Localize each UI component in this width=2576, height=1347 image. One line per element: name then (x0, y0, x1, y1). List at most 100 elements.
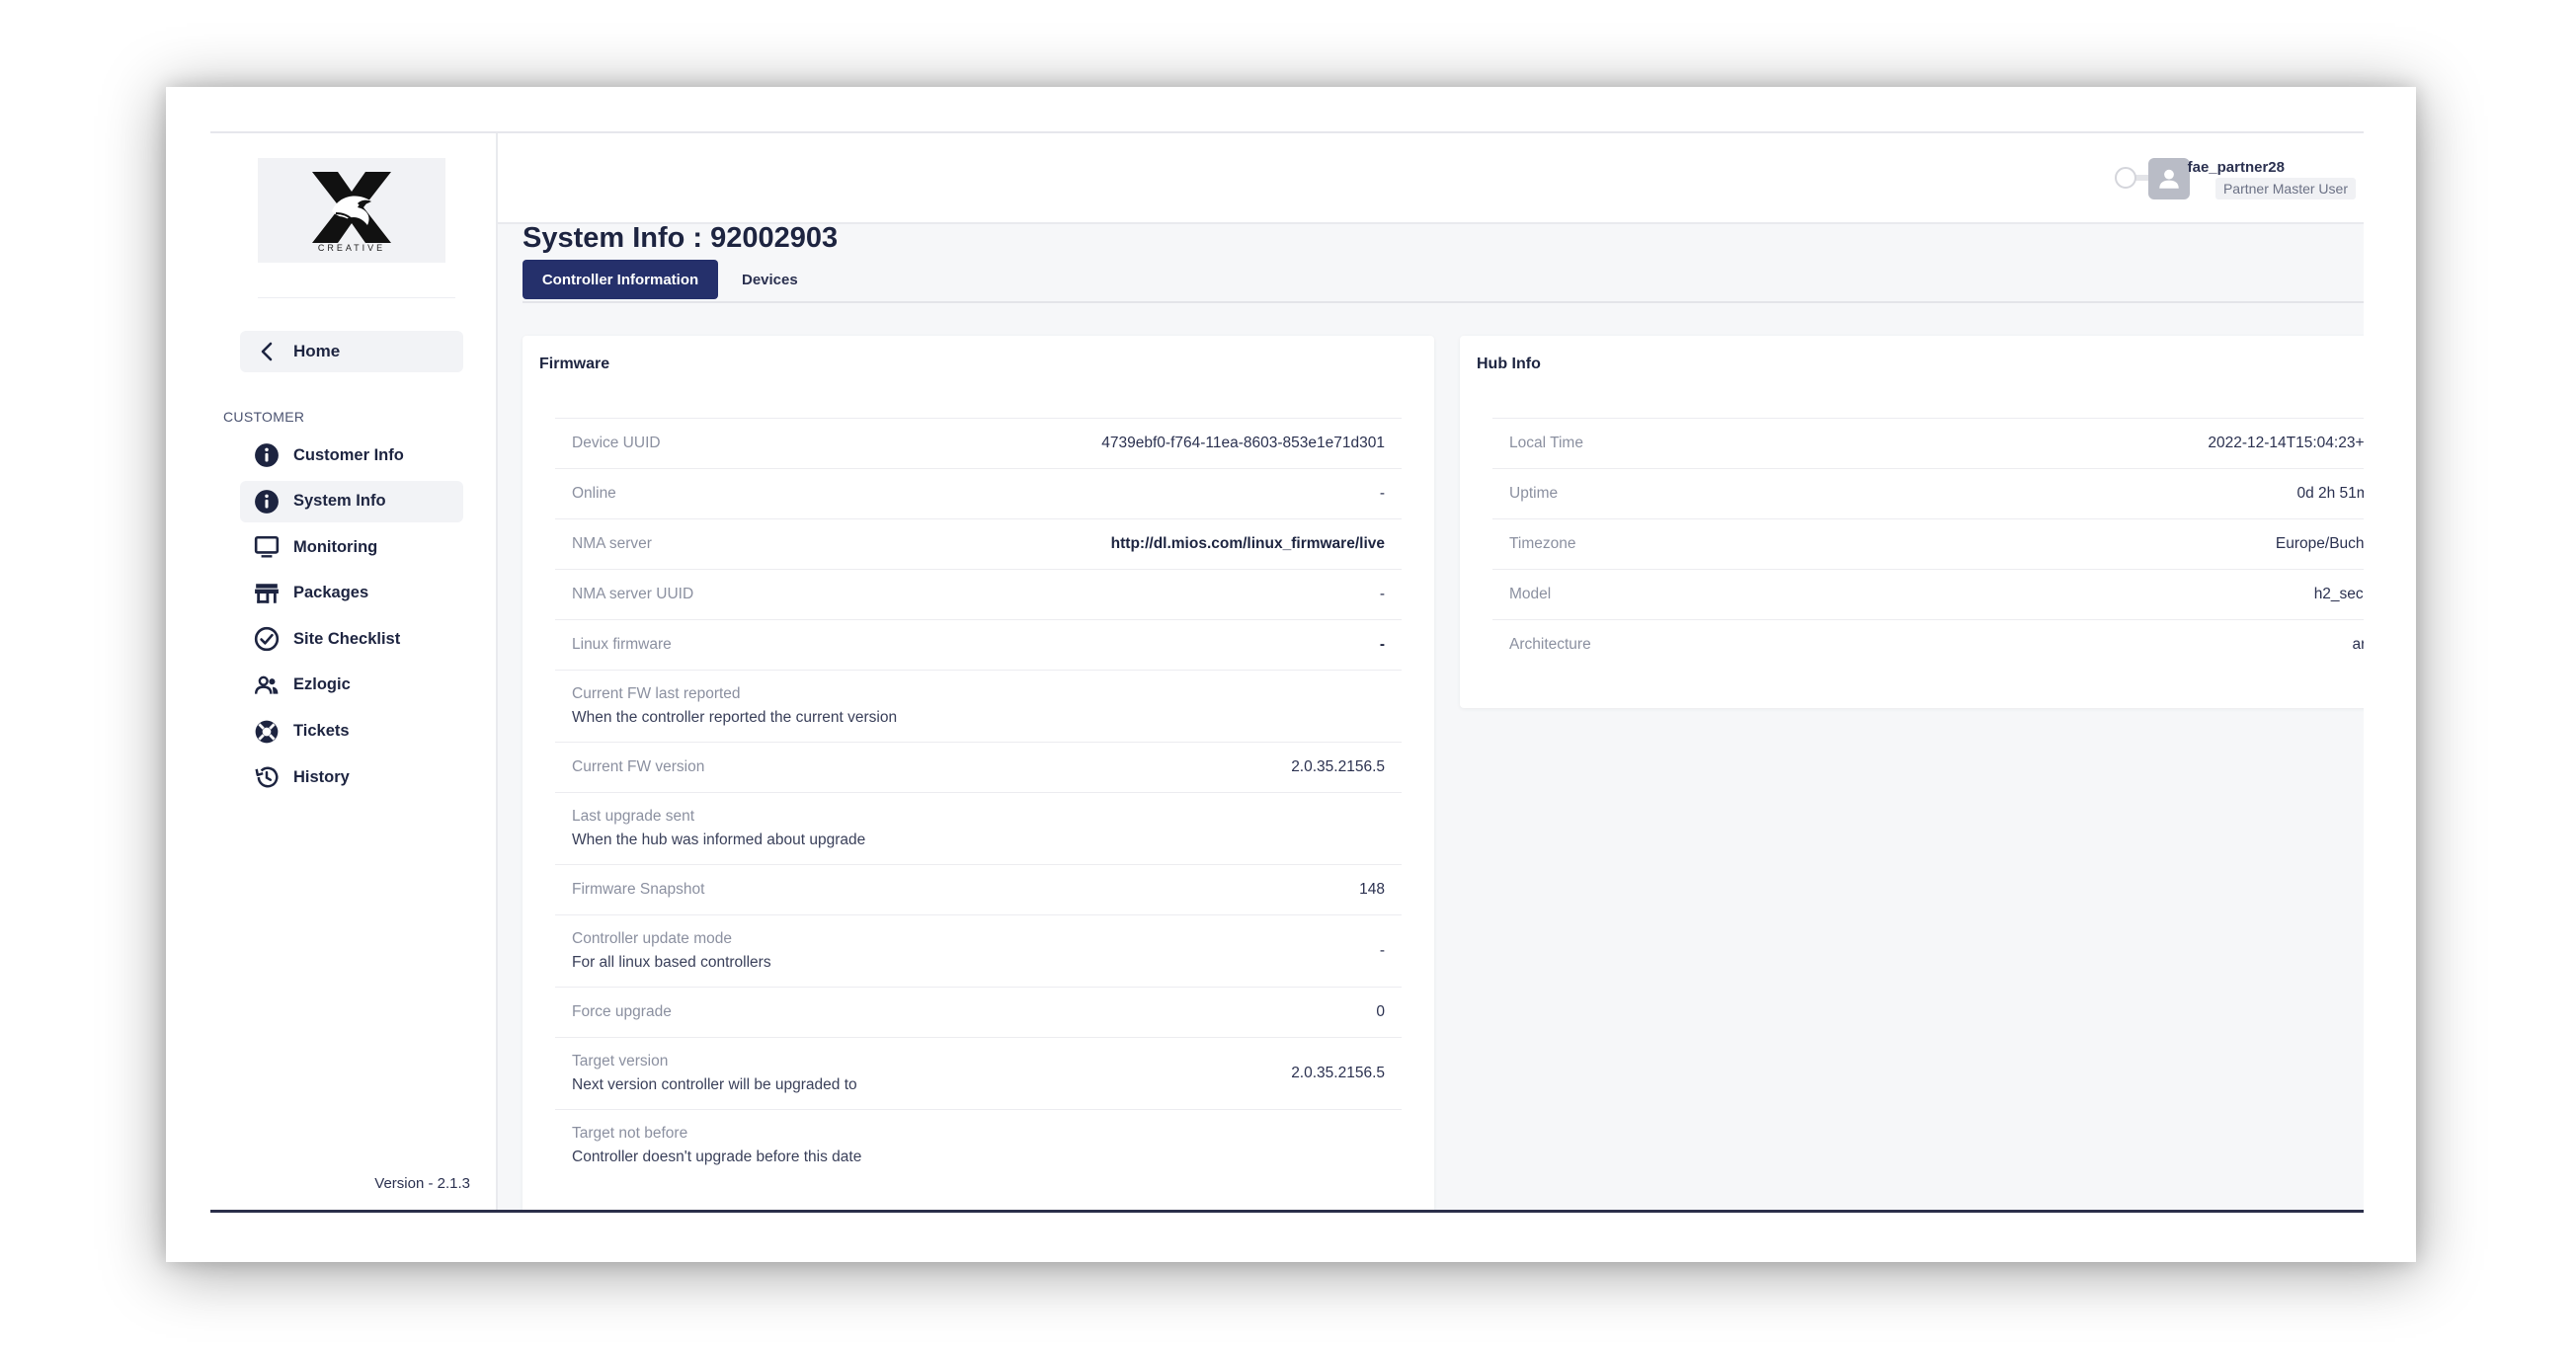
divider (258, 297, 455, 298)
row-value: 4739ebf0-f764-11ea-8603-853e1e71d301 (1101, 435, 1385, 451)
row-label: Model (1509, 586, 1552, 602)
row-value: 0 (1376, 1003, 1385, 1020)
card-title: Hub Info (1477, 356, 1541, 372)
info-row: Last upgrade sent When the hub was inform… (555, 792, 1402, 864)
users-icon (254, 673, 280, 698)
row-value: - (1379, 485, 1385, 502)
row-sublabel: For all linux based controllers (572, 954, 771, 971)
sidebar-item-label: Ezlogic (293, 675, 351, 694)
hub-rows: Local Time 2022-12-14T15:04:23+0200 Upti… (1492, 418, 2364, 670)
sidebar-item-packages[interactable]: Packages (240, 573, 463, 614)
card-title: Firmware (539, 356, 610, 372)
app-container: CREATIVE Home CUSTOMER Customer Info Sys… (210, 131, 2364, 1213)
info-row: Controller update mode For all linux base… (555, 914, 1402, 987)
sidebar: CREATIVE Home CUSTOMER Customer Info Sys… (210, 133, 498, 1210)
row-value: - (1379, 586, 1385, 602)
info-row: NMA server http://dl.mios.com/linux_firm… (555, 518, 1402, 569)
row-label: Uptime (1509, 485, 1559, 502)
sidebar-item-label: Site Checklist (293, 629, 401, 648)
user-role-badge: Partner Master User (2214, 178, 2356, 199)
main-content: System Info : 92002903 Controller Inform… (498, 222, 2364, 1213)
hub-info-card: Hub Info Local Time 2022-12-14T15:04:23+… (1460, 336, 2364, 708)
horizontal-scrollbar[interactable] (1385, 1210, 1444, 1213)
row-value: armv7l (2352, 636, 2364, 653)
row-label: Device UUID (572, 435, 661, 451)
chevron-left-icon (261, 342, 273, 361)
support-icon (254, 719, 280, 745)
info-row: Firmware Snapshot 148 (555, 864, 1402, 914)
sidebar-item-label: Tickets (293, 722, 350, 741)
row-value: 2.0.35.2156.5 (1291, 1065, 1385, 1081)
sidebar-item-ezlogic[interactable]: Ezlogic (240, 665, 463, 706)
row-value: h2_secure.1 (2313, 586, 2364, 602)
page-title: System Info : 92002903 (523, 222, 839, 254)
row-label: Target not before Controller doesn't upgr… (572, 1125, 862, 1165)
row-value: Europe/Bucharest (2275, 535, 2364, 552)
info-icon (254, 489, 280, 515)
sidebar-item-site-checklist[interactable]: Site Checklist (240, 618, 463, 660)
sidebar-item-label: Monitoring (293, 537, 378, 556)
sidebar-item-label: Customer Info (293, 445, 404, 464)
sidebar-item-customer-info[interactable]: Customer Info (240, 435, 463, 476)
row-value: 148 (1359, 881, 1385, 898)
user-icon (2159, 169, 2179, 189)
firmware-rows: Device UUID 4739ebf0-f764-11ea-8603-853e… (555, 418, 1402, 1181)
row-value: http://dl.mios.com/linux_firmware/live (1110, 535, 1385, 552)
tab-devices[interactable]: Devices (742, 260, 798, 299)
row-sublabel: When the hub was informed about upgrade (572, 832, 866, 848)
top-header: fae_partner28 Partner Master User (498, 133, 2364, 224)
info-row: Device UUID 4739ebf0-f764-11ea-8603-853e… (555, 418, 1402, 468)
info-row: Target not before Controller doesn't upgr… (555, 1109, 1402, 1181)
logo-text: CREATIVE (317, 243, 386, 253)
sidebar-item-history[interactable]: History (240, 756, 463, 798)
info-row: Current FW last reported When the control… (555, 670, 1402, 742)
sidebar-item-label: Packages (293, 584, 369, 602)
row-label: Last upgrade sent When the hub was inform… (572, 808, 866, 848)
monitor-icon (254, 534, 280, 560)
info-row: Target version Next version controller wi… (555, 1037, 1402, 1109)
row-value: 0d 2h 51m 45s (2296, 485, 2364, 502)
sidebar-item-tickets[interactable]: Tickets (240, 711, 463, 753)
avatar[interactable] (2148, 158, 2190, 199)
store-icon (254, 581, 280, 606)
info-icon (254, 442, 280, 468)
info-row: Timezone Europe/Bucharest (1492, 518, 2364, 569)
info-row: Architecture armv7l (1492, 619, 2364, 670)
info-row: Linux firmware - (555, 619, 1402, 670)
eagle-logo-icon (312, 172, 391, 243)
home-label: Home (293, 342, 341, 360)
row-label: Target version Next version controller wi… (572, 1053, 857, 1093)
row-value: 2.0.35.2156.5 (1291, 758, 1385, 775)
sidebar-item-label: History (293, 767, 350, 786)
history-icon (254, 764, 280, 790)
sidebar-nav: Customer Info System Info Monitoring Pac… (240, 435, 463, 803)
row-value: 2022-12-14T15:04:23+0200 (2208, 435, 2364, 451)
row-label: Controller update mode For all linux base… (572, 930, 771, 971)
row-value: - (1379, 942, 1385, 959)
row-label: Current FW version (572, 758, 705, 775)
row-label: NMA server (572, 535, 652, 552)
app-window: CREATIVE Home CUSTOMER Customer Info Sys… (166, 87, 2416, 1262)
row-label: Timezone (1509, 535, 1576, 552)
info-row: Local Time 2022-12-14T15:04:23+0200 (1492, 418, 2364, 468)
user-name: fae_partner28 (2187, 159, 2285, 176)
tab-controller-information[interactable]: Controller Information (523, 260, 718, 299)
home-button[interactable]: Home (240, 331, 463, 372)
toggle-knob (2115, 167, 2136, 189)
info-row: Current FW version 2.0.35.2156.5 (555, 742, 1402, 792)
sidebar-item-system-info[interactable]: System Info (240, 480, 463, 522)
row-sublabel: When the controller reported the current… (572, 709, 898, 726)
row-label: Online (572, 485, 616, 502)
firmware-card: Firmware Device UUID 4739ebf0-f764-11ea-… (523, 336, 1434, 1210)
info-row: Uptime 0d 2h 51m 45s (1492, 468, 2364, 518)
row-label: Local Time (1509, 435, 1583, 451)
section-label: CUSTOMER (223, 409, 305, 425)
sidebar-item-label: System Info (293, 492, 386, 511)
row-sublabel: Next version controller will be upgraded… (572, 1076, 857, 1093)
row-label: Architecture (1509, 636, 1591, 653)
row-label: Firmware Snapshot (572, 881, 705, 898)
sidebar-item-monitoring[interactable]: Monitoring (240, 526, 463, 568)
info-row: Force upgrade 0 (555, 987, 1402, 1037)
row-label: Current FW last reported When the control… (572, 685, 898, 726)
row-label: Linux firmware (572, 636, 672, 653)
